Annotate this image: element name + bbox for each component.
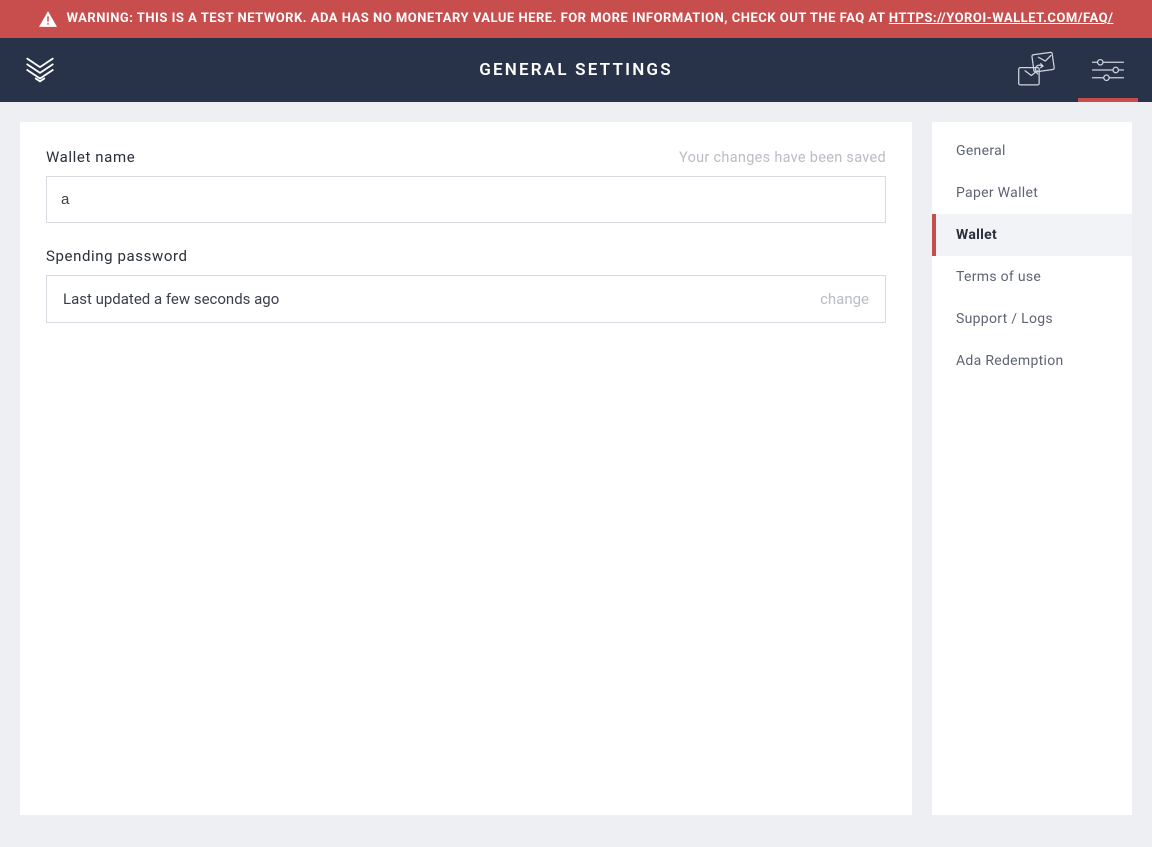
sidebar-item-label: Ada Redemption	[956, 353, 1064, 369]
change-password-link[interactable]: change	[820, 290, 869, 308]
wallet-name-input[interactable]	[46, 176, 886, 223]
sidebar-item-label: General	[956, 143, 1006, 159]
yoroi-logo-icon[interactable]	[22, 52, 58, 88]
faq-link[interactable]: HTTPS://YOROI-WALLET.COM/FAQ/	[889, 11, 1114, 26]
sidebar-item-label: Wallet	[956, 227, 997, 243]
settings-nav: General Paper Wallet Wallet Terms of use…	[932, 122, 1132, 382]
sidebar-item-label: Paper Wallet	[956, 185, 1038, 201]
sidebar-item-paper-wallet[interactable]: Paper Wallet	[932, 172, 1132, 214]
wallet-name-label: Wallet name	[46, 148, 135, 166]
sidebar-item-terms-of-use[interactable]: Terms of use	[932, 256, 1132, 298]
spending-password-box: Last updated a few seconds ago change	[46, 275, 886, 323]
warning-text-prefix: WARNING: THIS IS A TEST NETWORK. ADA HAS…	[67, 11, 889, 26]
settings-body: Wallet name Your changes have been saved…	[0, 102, 1152, 835]
wallet-name-group: Wallet name Your changes have been saved	[46, 148, 886, 223]
changes-saved-message: Your changes have been saved	[679, 149, 886, 166]
active-tab-indicator	[1078, 98, 1138, 102]
sidebar-item-general[interactable]: General	[932, 130, 1132, 172]
spending-password-group: Spending password Last updated a few sec…	[46, 247, 886, 323]
test-network-warning-banner: WARNING: THIS IS A TEST NETWORK. ADA HAS…	[0, 0, 1152, 38]
sidebar-item-wallet[interactable]: Wallet	[932, 214, 1132, 256]
warning-triangle-icon	[39, 11, 57, 27]
sidebar-item-support-logs[interactable]: Support / Logs	[932, 298, 1132, 340]
sidebar-item-ada-redemption[interactable]: Ada Redemption	[932, 340, 1132, 382]
warning-text: WARNING: THIS IS A TEST NETWORK. ADA HAS…	[67, 9, 1114, 29]
page-title: GENERAL SETTINGS	[479, 60, 673, 80]
spending-password-status: Last updated a few seconds ago	[63, 290, 279, 308]
settings-sliders-icon[interactable]	[1086, 50, 1130, 90]
spending-password-label: Spending password	[46, 247, 188, 265]
sidebar-item-label: Support / Logs	[956, 311, 1053, 327]
settings-main-panel: Wallet name Your changes have been saved…	[20, 122, 912, 815]
wallets-icon[interactable]	[1014, 50, 1058, 90]
top-header: GENERAL SETTINGS	[0, 38, 1152, 102]
settings-sidebar: General Paper Wallet Wallet Terms of use…	[932, 122, 1132, 815]
sidebar-item-label: Terms of use	[956, 269, 1041, 285]
header-icons	[1014, 50, 1130, 90]
